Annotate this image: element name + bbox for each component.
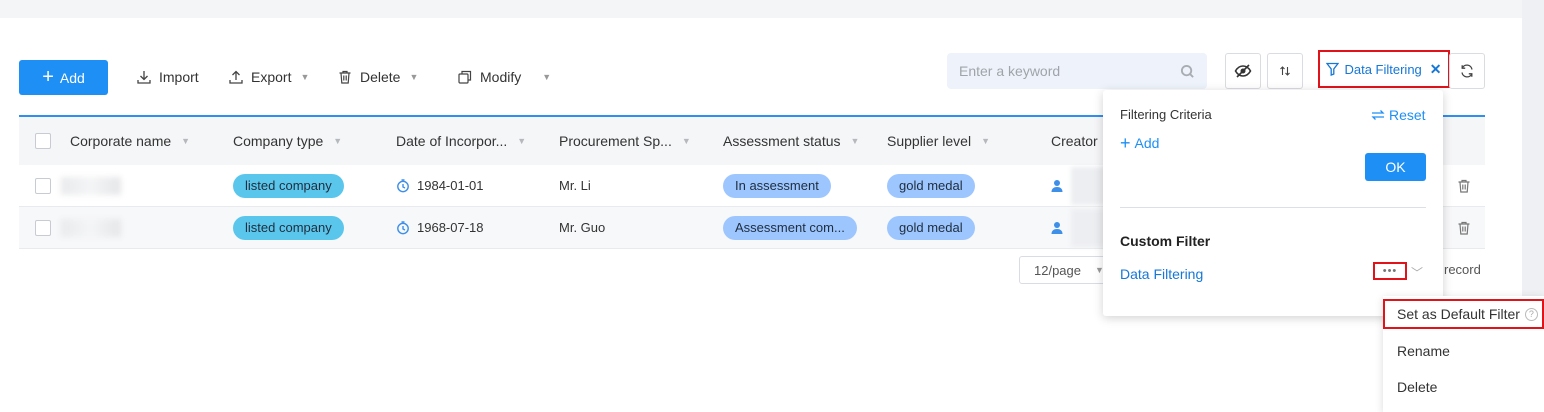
- sort-icon: [1280, 66, 1290, 76]
- trash-icon[interactable]: [1456, 220, 1472, 236]
- hide-columns-button[interactable]: [1225, 53, 1261, 89]
- delete-label: Delete: [360, 69, 401, 85]
- clock-icon: [397, 220, 409, 234]
- search-input[interactable]: [959, 63, 1180, 79]
- modify-button[interactable]: Modify ▼: [457, 66, 551, 88]
- delete-menu-item[interactable]: Delete: [1397, 379, 1437, 395]
- column-header-procurement-specialist[interactable]: Procurement Sp... ▼: [559, 133, 691, 149]
- column-header-assessment-status[interactable]: Assessment status ▼: [723, 133, 859, 149]
- close-icon[interactable]: ✕: [1430, 61, 1442, 78]
- divider: [1120, 207, 1426, 208]
- filter-context-menu: Set as Default Filter ? Rename Delete: [1383, 296, 1544, 412]
- caret-down-icon: ▼: [409, 72, 419, 82]
- trash-icon[interactable]: [1456, 178, 1472, 194]
- caret-down-icon[interactable]: ▼: [181, 136, 190, 146]
- clock-icon: [397, 178, 409, 192]
- sort-button[interactable]: [1267, 53, 1303, 89]
- user-icon: [1051, 221, 1063, 234]
- page-size-select[interactable]: 12/page ▼: [1019, 256, 1109, 284]
- caret-down-icon: ▼: [300, 72, 310, 82]
- supplier-level-tag: gold medal: [887, 173, 975, 198]
- import-button[interactable]: Import: [136, 66, 199, 88]
- chevron-down-icon[interactable]: ﹀: [1411, 264, 1423, 281]
- caret-down-icon[interactable]: ▼: [981, 136, 990, 146]
- column-header-corporate-name[interactable]: Corporate name ▼: [70, 133, 190, 149]
- eye-off-icon: [1234, 64, 1252, 78]
- caret-down-icon[interactable]: ▼: [517, 136, 526, 146]
- incorporation-date: 1984-01-01: [417, 178, 484, 193]
- export-label: Export: [251, 69, 292, 85]
- search-icon[interactable]: [1180, 64, 1195, 79]
- filter-popover: Filtering Criteria Reset + Add OK Custom…: [1103, 90, 1443, 316]
- column-header-date-of-incorporation[interactable]: Date of Incorpor... ▼: [396, 133, 526, 149]
- delete-button[interactable]: Delete ▼: [337, 66, 418, 88]
- filter-icon: [1326, 62, 1340, 76]
- custom-filter-heading: Custom Filter: [1120, 233, 1211, 249]
- data-filtering-label: Data Filtering: [1344, 61, 1422, 77]
- filtering-criteria-title: Filtering Criteria: [1120, 107, 1212, 122]
- upload-icon: [229, 70, 243, 84]
- caret-down-icon[interactable]: ▼: [682, 136, 691, 146]
- modify-label: Modify: [480, 69, 522, 85]
- row-checkbox[interactable]: [35, 177, 51, 194]
- corporate-name-redacted: [61, 218, 121, 237]
- add-button[interactable]: + Add: [19, 60, 108, 95]
- help-icon[interactable]: ?: [1524, 307, 1538, 321]
- column-header-supplier-level[interactable]: Supplier level ▼: [887, 133, 990, 149]
- assessment-status-tag: Assessment com...: [723, 215, 857, 240]
- search-box[interactable]: [947, 53, 1207, 89]
- procurement-specialist: Mr. Guo: [559, 220, 606, 235]
- caret-down-icon: ▼: [542, 72, 552, 82]
- user-icon: [1051, 179, 1063, 192]
- company-type-tag: listed company: [233, 215, 344, 240]
- column-header-creator[interactable]: Creator: [1051, 133, 1098, 149]
- custom-filter-item[interactable]: Data Filtering: [1120, 266, 1203, 282]
- add-button-label: Add: [59, 69, 85, 86]
- plus-icon: +: [1120, 133, 1131, 153]
- supplier-level-tag: gold medal: [887, 215, 975, 240]
- row-checkbox[interactable]: [35, 219, 51, 236]
- select-all-checkbox[interactable]: [35, 133, 51, 149]
- incorporation-date: 1968-07-18: [417, 220, 484, 235]
- caret-down-icon[interactable]: ▼: [851, 136, 860, 146]
- rename-menu-item[interactable]: Rename: [1397, 343, 1450, 359]
- column-header-company-type[interactable]: Company type ▼: [233, 133, 342, 149]
- set-default-filter-menu-item[interactable]: Set as Default Filter ?: [1383, 299, 1544, 329]
- reset-button[interactable]: Reset: [1371, 107, 1426, 123]
- export-button[interactable]: Export ▼: [228, 66, 309, 88]
- more-options-icon[interactable]: •••: [1373, 262, 1407, 280]
- caret-down-icon[interactable]: ▼: [333, 136, 342, 146]
- trash-icon: [339, 70, 351, 84]
- import-label: Import: [159, 69, 199, 85]
- assessment-status-tag: In assessment: [723, 173, 831, 198]
- data-filtering-button[interactable]: Data Filtering ✕: [1318, 50, 1450, 88]
- swap-icon: [1371, 110, 1385, 120]
- company-type-tag: listed company: [233, 173, 344, 198]
- edit-copy-icon: [458, 70, 472, 84]
- procurement-specialist: Mr. Li: [559, 178, 591, 193]
- refresh-button[interactable]: [1449, 53, 1485, 89]
- plus-icon: +: [42, 65, 54, 88]
- corporate-name-redacted: [61, 176, 121, 195]
- page-size-value: 12/page: [1034, 262, 1081, 278]
- ok-button[interactable]: OK: [1365, 153, 1426, 181]
- record-count: record: [1444, 262, 1481, 277]
- add-criteria-button[interactable]: + Add: [1120, 134, 1159, 152]
- download-icon: [137, 71, 151, 84]
- refresh-icon: [1461, 64, 1473, 78]
